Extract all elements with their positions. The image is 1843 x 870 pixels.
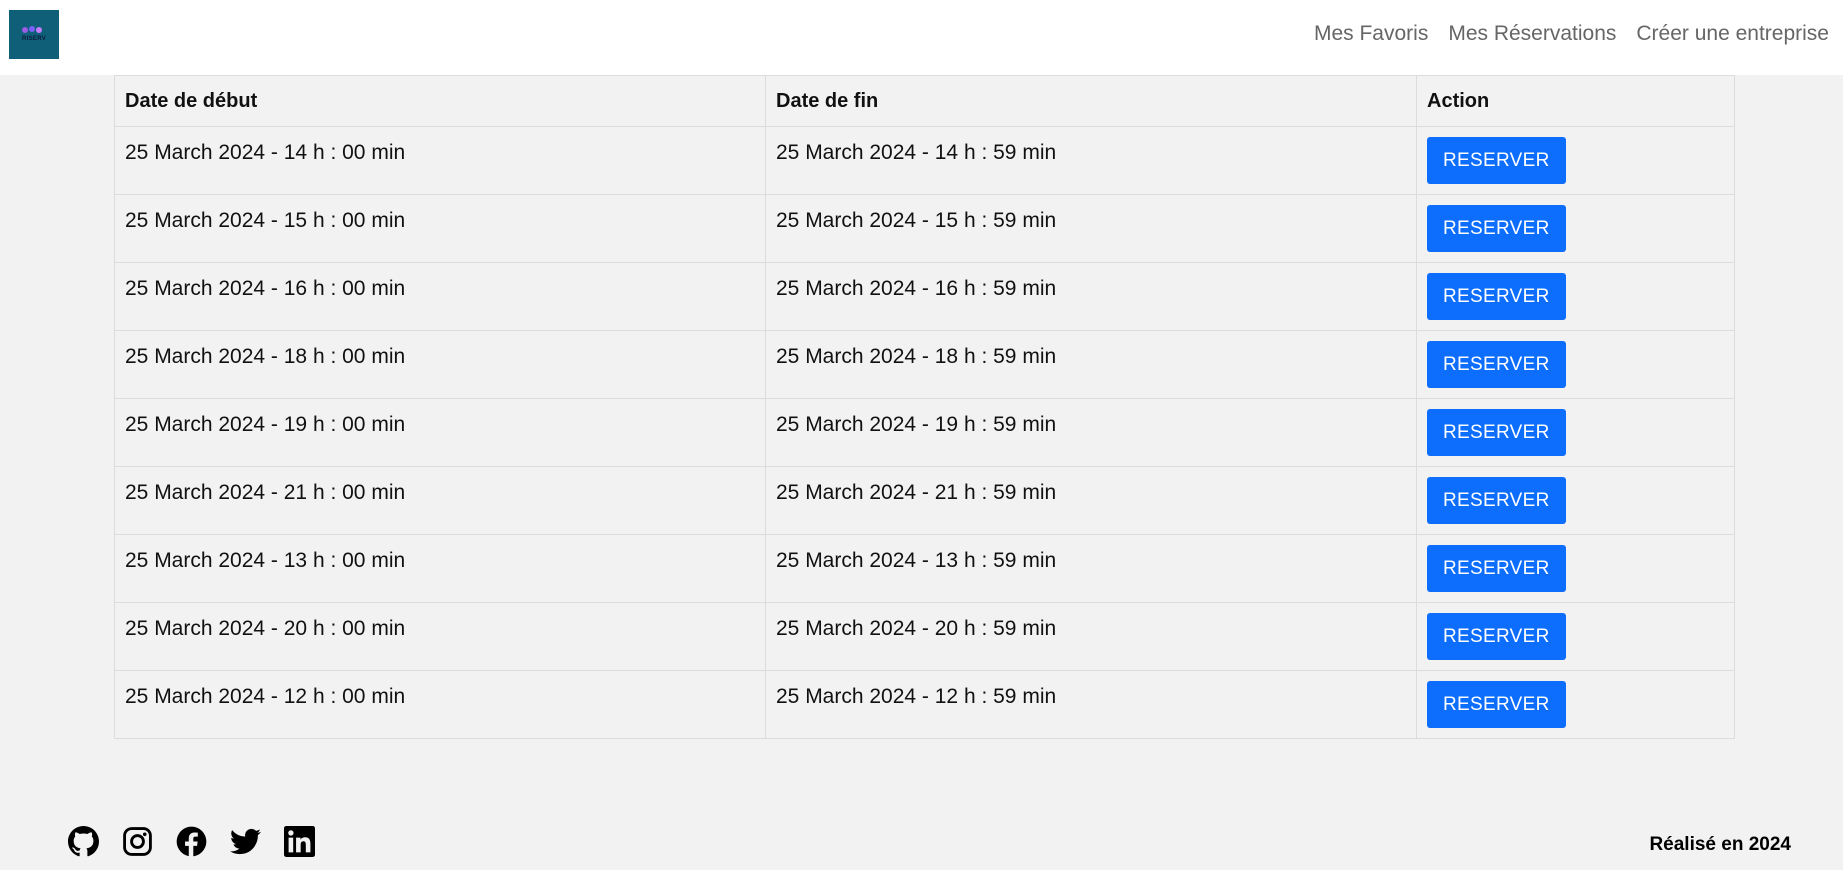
end-date-cell: 25 March 2024 - 14 h : 59 min bbox=[765, 126, 1417, 195]
end-date-cell: 25 March 2024 - 19 h : 59 min bbox=[765, 398, 1417, 467]
table-body: 25 March 2024 - 14 h : 00 min 25 March 20… bbox=[114, 126, 1735, 739]
reserver-button[interactable]: RESERVER bbox=[1427, 205, 1566, 252]
header-action: Action bbox=[1416, 75, 1735, 127]
table-row: 25 March 2024 - 14 h : 00 min 25 March 20… bbox=[114, 126, 1735, 195]
action-cell: RESERVER bbox=[1416, 330, 1735, 399]
action-cell: RESERVER bbox=[1416, 534, 1735, 603]
start-date-cell: 25 March 2024 - 19 h : 00 min bbox=[114, 398, 766, 467]
brand-logo[interactable]: RISERV bbox=[9, 10, 59, 59]
start-date-cell: 25 March 2024 - 15 h : 00 min bbox=[114, 194, 766, 263]
nav-link-reservations[interactable]: Mes Réservations bbox=[1448, 22, 1616, 46]
footer: Réalisé en 2024 bbox=[0, 810, 1843, 870]
reserver-button[interactable]: RESERVER bbox=[1427, 545, 1566, 592]
start-date-cell: 25 March 2024 - 18 h : 00 min bbox=[114, 330, 766, 399]
end-date-cell: 25 March 2024 - 18 h : 59 min bbox=[765, 330, 1417, 399]
footer-credit: Réalisé en 2024 bbox=[1649, 834, 1791, 855]
social-links bbox=[68, 826, 315, 857]
facebook-icon[interactable] bbox=[176, 826, 207, 857]
header-end-date: Date de fin bbox=[765, 75, 1417, 127]
linkedin-icon[interactable] bbox=[284, 826, 315, 857]
reserver-button[interactable]: RESERVER bbox=[1427, 341, 1566, 388]
end-date-cell: 25 March 2024 - 20 h : 59 min bbox=[765, 602, 1417, 671]
start-date-cell: 25 March 2024 - 16 h : 00 min bbox=[114, 262, 766, 331]
reserver-button[interactable]: RESERVER bbox=[1427, 477, 1566, 524]
logo-graphic bbox=[22, 26, 42, 33]
end-date-cell: 25 March 2024 - 13 h : 59 min bbox=[765, 534, 1417, 603]
end-date-cell: 25 March 2024 - 16 h : 59 min bbox=[765, 262, 1417, 331]
twitter-icon[interactable] bbox=[230, 826, 261, 857]
action-cell: RESERVER bbox=[1416, 670, 1735, 739]
table-row: 25 March 2024 - 13 h : 00 min 25 March 20… bbox=[114, 534, 1735, 603]
start-date-cell: 25 March 2024 - 21 h : 00 min bbox=[114, 466, 766, 535]
reserver-button[interactable]: RESERVER bbox=[1427, 273, 1566, 320]
reservations-table-container: Date de début Date de fin Action 25 Marc… bbox=[114, 75, 1735, 739]
nav-links: Mes Favoris Mes Réservations Créer une e… bbox=[1314, 22, 1829, 46]
table-row: 25 March 2024 - 21 h : 00 min 25 March 20… bbox=[114, 466, 1735, 535]
table-row: 25 March 2024 - 12 h : 00 min 25 March 20… bbox=[114, 670, 1735, 739]
reserver-button[interactable]: RESERVER bbox=[1427, 613, 1566, 660]
action-cell: RESERVER bbox=[1416, 398, 1735, 467]
github-icon[interactable] bbox=[68, 826, 99, 857]
logo-text: RISERV bbox=[21, 36, 47, 42]
start-date-cell: 25 March 2024 - 13 h : 00 min bbox=[114, 534, 766, 603]
nav-link-creer-entreprise[interactable]: Créer une entreprise bbox=[1636, 22, 1829, 46]
end-date-cell: 25 March 2024 - 15 h : 59 min bbox=[765, 194, 1417, 263]
action-cell: RESERVER bbox=[1416, 602, 1735, 671]
reserver-button[interactable]: RESERVER bbox=[1427, 137, 1566, 184]
action-cell: RESERVER bbox=[1416, 126, 1735, 195]
reserver-button[interactable]: RESERVER bbox=[1427, 681, 1566, 728]
start-date-cell: 25 March 2024 - 12 h : 00 min bbox=[114, 670, 766, 739]
table-row: 25 March 2024 - 16 h : 00 min 25 March 20… bbox=[114, 262, 1735, 331]
start-date-cell: 25 March 2024 - 20 h : 00 min bbox=[114, 602, 766, 671]
action-cell: RESERVER bbox=[1416, 194, 1735, 263]
action-cell: RESERVER bbox=[1416, 466, 1735, 535]
end-date-cell: 25 March 2024 - 12 h : 59 min bbox=[765, 670, 1417, 739]
end-date-cell: 25 March 2024 - 21 h : 59 min bbox=[765, 466, 1417, 535]
slots-table: Date de début Date de fin Action 25 Marc… bbox=[114, 75, 1735, 739]
table-row: 25 March 2024 - 15 h : 00 min 25 March 20… bbox=[114, 194, 1735, 263]
header-start-date: Date de début bbox=[114, 75, 766, 127]
table-row: 25 March 2024 - 20 h : 00 min 25 March 20… bbox=[114, 602, 1735, 671]
navbar: RISERV Mes Favoris Mes Réservations Crée… bbox=[0, 0, 1843, 75]
reserver-button[interactable]: RESERVER bbox=[1427, 409, 1566, 456]
nav-link-favoris[interactable]: Mes Favoris bbox=[1314, 22, 1428, 46]
table-header-row: Date de début Date de fin Action bbox=[114, 75, 1735, 127]
action-cell: RESERVER bbox=[1416, 262, 1735, 331]
start-date-cell: 25 March 2024 - 14 h : 00 min bbox=[114, 126, 766, 195]
table-row: 25 March 2024 - 19 h : 00 min 25 March 20… bbox=[114, 398, 1735, 467]
instagram-icon[interactable] bbox=[122, 826, 153, 857]
table-row: 25 March 2024 - 18 h : 00 min 25 March 20… bbox=[114, 330, 1735, 399]
